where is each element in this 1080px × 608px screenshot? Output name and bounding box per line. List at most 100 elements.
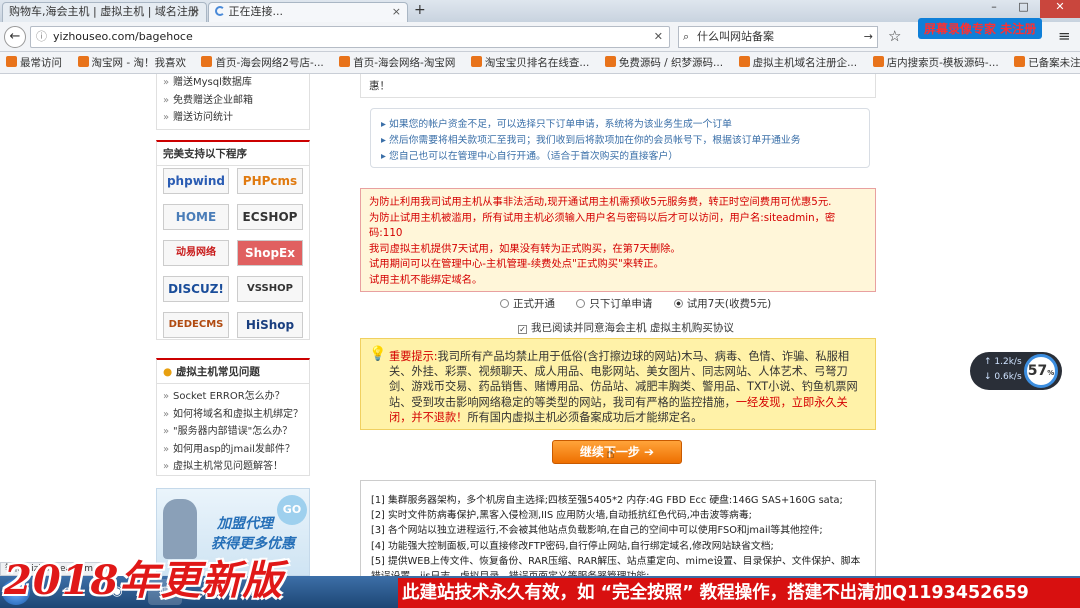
- bookmark-item[interactable]: 首页-海会网络-淘宝网: [339, 52, 455, 73]
- search-input[interactable]: ⌕ 什么叫网站备案 →: [678, 26, 878, 48]
- radio-icon[interactable]: [500, 299, 509, 308]
- bookmark-label: 最常访问: [20, 57, 62, 69]
- logo-hishop[interactable]: HiShop: [237, 312, 303, 338]
- logo-dedecms[interactable]: DEDECMS: [163, 312, 229, 338]
- minimize-icon[interactable]: –: [981, 0, 1007, 18]
- top-text: 惠！: [369, 80, 390, 92]
- bookmark-item[interactable]: 淘宝宝贝排名在线查...: [470, 52, 590, 73]
- bookmark-icon: [201, 56, 213, 67]
- back-arrow-icon[interactable]: ←: [4, 26, 26, 48]
- programs-title: 完美支持以下程序: [157, 142, 309, 166]
- tab-label: 购物车,海会主机 | 虚拟主机 | 域名注册: [9, 5, 199, 18]
- search-text: 什么叫网站备案: [697, 30, 774, 43]
- option-trial[interactable]: 试用7天(收费5元): [673, 298, 771, 310]
- faq-link[interactable]: 虚拟主机常见问题解答！: [157, 458, 309, 476]
- page-content: 赠送Mysql数据库 免费赠送企业邮箱 赠送访问统计 完美支持以下程序 phpw…: [0, 74, 1080, 576]
- close-tab-icon[interactable]: ×: [191, 3, 200, 21]
- hand-cursor-icon: ☝: [606, 446, 615, 462]
- bookmark-icon: [1014, 56, 1026, 67]
- feature-item: 赠送访问统计: [157, 109, 309, 127]
- recorder-watermark: 屏幕录像专家 未注册: [918, 18, 1043, 39]
- checkbox-checked-icon[interactable]: ✓: [518, 325, 527, 334]
- tab-label: 正在连接...: [228, 5, 284, 18]
- usage-gauge: 57%: [1024, 354, 1058, 388]
- faq-link[interactable]: Socket ERROR怎么办？: [157, 388, 309, 406]
- open-mode-options: 正式开通 只下订单申请 试用7天(收费5元): [500, 296, 880, 312]
- faq-icon: ●: [163, 366, 173, 378]
- faq-link[interactable]: 如何用asp的jmail发邮件？: [157, 441, 309, 459]
- radio-selected-icon[interactable]: [673, 299, 683, 308]
- bookmark-label: 淘宝宝贝排名在线查...: [484, 57, 590, 69]
- window-controls: – □ ✕: [981, 0, 1080, 20]
- search-icon: ⌕: [683, 30, 690, 43]
- bookmark-item[interactable]: 已备案未注册域名,过...: [1014, 52, 1080, 73]
- spec-line: [3] 各个网站以独立进程运行,不会被其他站点负载影响,在自己的空间中可以使用F…: [371, 525, 823, 537]
- url-bar[interactable]: ⓘ yizhouseo.com/bagehoce ✕: [30, 26, 670, 48]
- feature-item: 赠送Mysql数据库: [157, 74, 309, 92]
- trial-notice-line: 为防止利用我司试用主机从事非法活动,现开通试用主机需预收5元服务费，转正时空间费…: [369, 196, 832, 208]
- bookmark-icon: [738, 56, 750, 67]
- bookmark-item[interactable]: 店内搜索页-模板源码-...: [872, 52, 999, 73]
- faq-title: 虚拟主机常见问题: [175, 366, 260, 378]
- bookmark-item[interactable]: 首页-海会网络2号店-...: [201, 52, 324, 73]
- tab-connecting[interactable]: 正在连接... ×: [208, 2, 408, 22]
- logo-vsshop[interactable]: VSSHOP: [237, 276, 303, 302]
- bookmark-item[interactable]: 淘宝网 - 淘！我喜欢: [77, 52, 186, 73]
- bookmark-label: 免费源码 / 织梦源码...: [618, 57, 724, 69]
- faq-header: ● 虚拟主机常见问题: [157, 360, 309, 384]
- bookmark-star-icon[interactable]: ☆: [888, 27, 901, 45]
- option-formal[interactable]: 正式开通: [500, 298, 555, 310]
- logo-phpwind[interactable]: phpwind: [163, 168, 229, 194]
- bookmark-item[interactable]: 虚拟主机域名注册企...: [738, 52, 857, 73]
- bookmark-icon: [872, 56, 884, 67]
- logo-discuz[interactable]: DISCUZ!: [163, 276, 229, 302]
- logo-uchome[interactable]: HOME: [163, 204, 229, 230]
- banner-line1: 加盟代理: [217, 516, 273, 532]
- notice-line: ▸ 如果您的帐户资金不足，可以选择只下订单申请，系统将为该业务生成一个订单: [381, 119, 732, 130]
- network-speed-widget[interactable]: ↑ 1.2k/s ↓ 0.6k/s 57%: [970, 352, 1062, 390]
- radio-icon[interactable]: [576, 299, 586, 308]
- stop-icon[interactable]: ✕: [654, 27, 663, 47]
- sidebar-programs: 完美支持以下程序 phpwind PHPcms HOME ECSHOP 动易网络…: [156, 140, 310, 340]
- notice-line: ▸ 然后你需要将相关款项汇至我司；我们收到后将款项加在你的会员帐号下，根据该订单…: [381, 135, 801, 146]
- url-text: yizhouseo.com/bagehoce: [53, 30, 193, 43]
- trial-notice-line: 试用期间可以在管理中心-主机管理-续费处点"正式购买"来转正。: [369, 258, 664, 270]
- faq-link[interactable]: 如何将域名和虚拟主机绑定？: [157, 406, 309, 424]
- logo-dongyi[interactable]: 动易网络: [163, 240, 229, 266]
- logo-phpcms[interactable]: PHPcms: [237, 168, 303, 194]
- trial-notice-line: 为防止试用主机被滥用，所有试用主机必须输入用户名与密码以后才可以访问，用户名:s…: [369, 211, 836, 240]
- loading-spinner-icon: [215, 6, 225, 16]
- menu-icon[interactable]: ≡: [1058, 27, 1071, 45]
- logo-shopex[interactable]: ShopEx: [237, 240, 303, 266]
- search-go-icon[interactable]: →: [864, 27, 873, 47]
- bookmark-icon: [604, 56, 616, 67]
- agree-checkbox-row[interactable]: ✓ 我已阅读并同意海会主机 虚拟主机购买协议: [518, 320, 734, 335]
- specs-box: [1] 集群服务器架构，多个机房自主选择;四核至强5405*2 内存:4G FB…: [360, 480, 876, 576]
- spec-line: [5] 提供WEB上传文件、恢复备份、RAR压缩、RAR解压、站点重定向、mim…: [371, 555, 861, 576]
- window-close-icon[interactable]: ✕: [1040, 0, 1080, 18]
- edition-watermark: 2018年更新版: [4, 557, 284, 604]
- bookmark-label: 首页-海会网络2号店-...: [215, 57, 324, 69]
- download-speed: ↓ 0.6k/s: [984, 372, 1022, 382]
- go-badge: GO: [277, 495, 307, 525]
- bookmarks-bar: 最常访问 淘宝网 - 淘！我喜欢 首页-海会网络2号店-... 首页-海会网络-…: [0, 52, 1080, 74]
- option-order-only[interactable]: 只下订单申请: [576, 298, 652, 310]
- close-tab-icon[interactable]: ×: [392, 3, 401, 21]
- bookmark-icon: [470, 56, 482, 67]
- bookmark-item[interactable]: 最常访问: [6, 52, 62, 73]
- maximize-icon[interactable]: □: [1011, 0, 1037, 18]
- sidebar-faq: ● 虚拟主机常见问题 Socket ERROR怎么办？ 如何将域名和虚拟主机绑定…: [156, 358, 310, 476]
- bookmark-label: 已备案未注册域名,过...: [1028, 57, 1080, 69]
- tab-cart[interactable]: 购物车,海会主机 | 虚拟主机 | 域名注册 ×: [2, 2, 207, 22]
- logo-ecshop[interactable]: ECSHOP: [237, 204, 303, 230]
- new-tab-button[interactable]: +: [414, 2, 426, 18]
- important-tail: 所有国内虚拟主机必须备案成功后才能绑定名。: [467, 410, 703, 424]
- top-text-box: 惠！: [360, 74, 876, 98]
- bookmark-item[interactable]: 免费源码 / 织梦源码...: [604, 52, 724, 73]
- agree-label: 我已阅读并同意海会主机 虚拟主机购买协议: [531, 322, 734, 334]
- faq-link[interactable]: "服务器内部错误"怎么办？: [157, 423, 309, 441]
- bookmark-icon: [339, 56, 351, 67]
- upload-speed: ↑ 1.2k/s: [984, 357, 1022, 367]
- bookmark-label: 店内搜索页-模板源码-...: [886, 57, 999, 69]
- order-notice: ▸ 如果您的帐户资金不足，可以选择只下订单申请，系统将为该业务生成一个订单 ▸ …: [370, 108, 870, 168]
